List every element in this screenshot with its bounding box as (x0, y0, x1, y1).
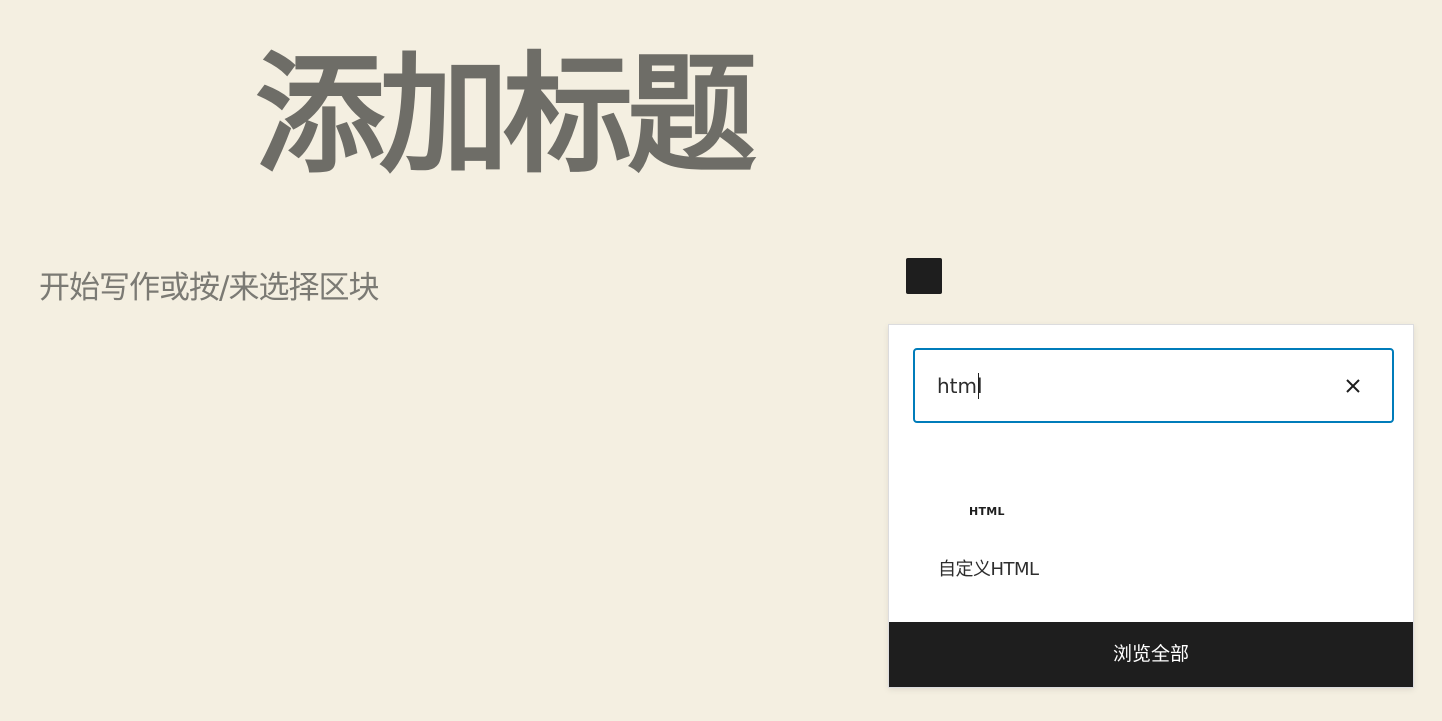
browse-all-button[interactable]: 浏览全部 (889, 622, 1413, 687)
block-search-input[interactable] (937, 369, 1317, 403)
block-inserter-toggle[interactable] (906, 258, 942, 294)
paragraph-placeholder[interactable]: 开始写作或按/来选择区块 (39, 266, 379, 310)
editor-canvas: 添加标题 开始写作或按/来选择区块 HTML 自定义HTML 浏览全部 (0, 0, 1442, 721)
text-caret (978, 373, 979, 399)
block-inserter-popover: HTML 自定义HTML 浏览全部 (888, 324, 1414, 688)
block-search-field[interactable] (913, 348, 1394, 423)
block-item-title: 自定义HTML (938, 559, 1039, 580)
html-icon: HTML (969, 505, 1005, 518)
block-item-custom-html[interactable]: HTML 自定义HTML (919, 485, 1059, 595)
close-icon[interactable] (1341, 374, 1365, 398)
post-title[interactable]: 添加标题 (255, 40, 757, 190)
